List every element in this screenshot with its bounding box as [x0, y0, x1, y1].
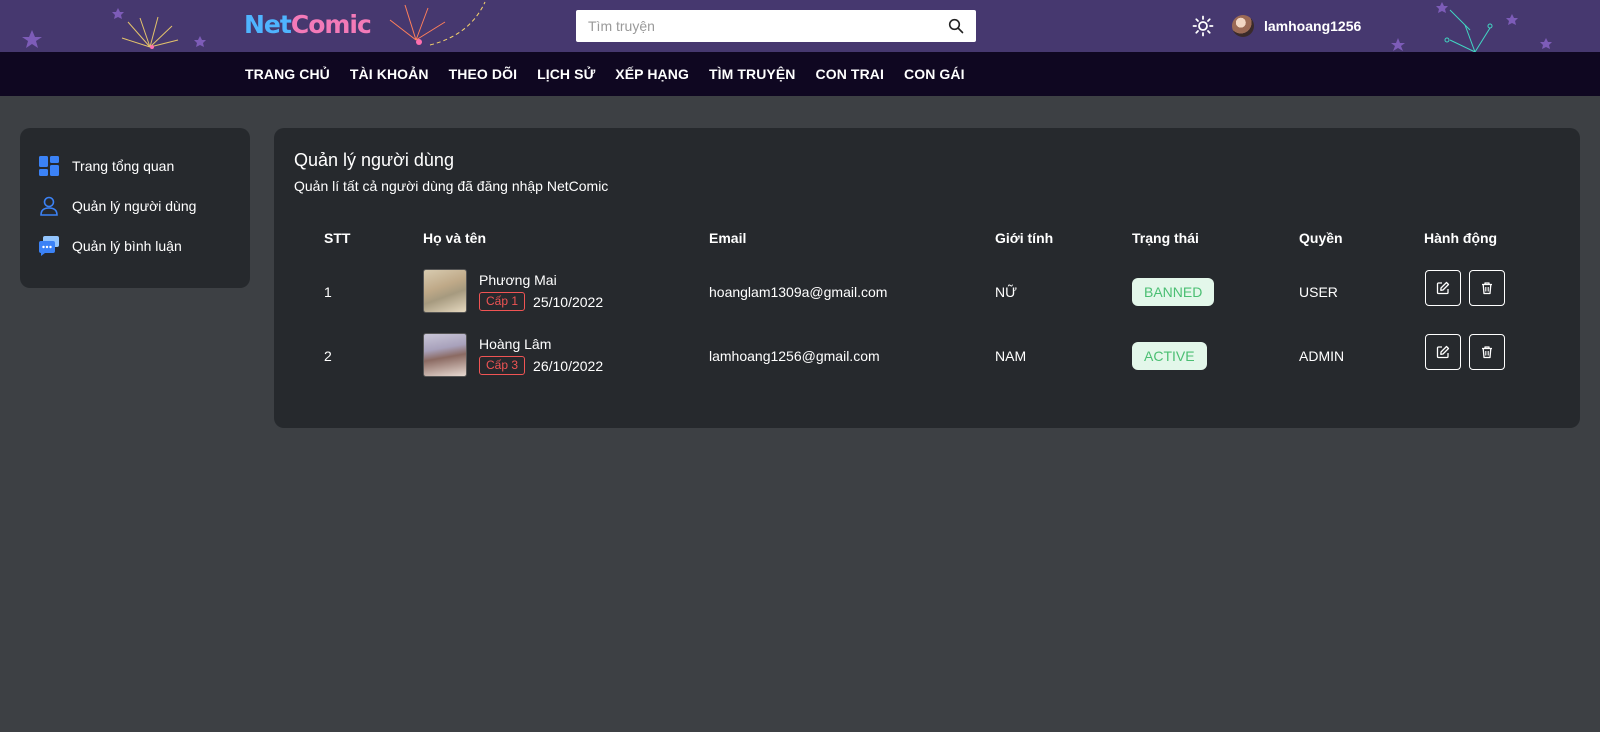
- page-subtitle: Quản lí tất cả người dùng đã đăng nhập N…: [294, 178, 609, 194]
- user-thumbnail: [423, 333, 467, 377]
- column-header-name: Họ và tên: [423, 230, 487, 246]
- level-badge: Cấp 1: [479, 292, 526, 311]
- user-name: Hoàng Lâm: [479, 336, 552, 352]
- nav-item-girls[interactable]: CON GÁI: [904, 66, 965, 82]
- nav-item-account[interactable]: TÀI KHOẢN: [350, 66, 429, 82]
- level-badge: Cấp 3: [479, 356, 526, 375]
- user-name: Phương Mai: [479, 272, 557, 288]
- search-input[interactable]: [576, 10, 936, 42]
- user-thumbnail: [423, 269, 467, 313]
- sidebar-item-label: Trang tổng quan: [72, 158, 175, 174]
- edit-icon: [1436, 281, 1450, 295]
- sidebar-item-label: Quản lý người dùng: [72, 198, 197, 214]
- sidebar-item-dashboard[interactable]: Trang tổng quan: [20, 146, 250, 186]
- avatar: [1232, 15, 1254, 37]
- status-badge: BANNED: [1132, 278, 1215, 306]
- user-icon: [38, 195, 60, 217]
- main-nav: TRANG CHỦ TÀI KHOẢN THEO DÕI LỊCH SỬ XẾP…: [0, 52, 1600, 96]
- comment-icon: [38, 235, 60, 257]
- admin-sidebar: Trang tổng quan Quản lý người dùng Quản …: [20, 128, 250, 288]
- delete-button[interactable]: [1469, 334, 1505, 370]
- nav-item-history[interactable]: LỊCH SỬ: [537, 66, 595, 82]
- trash-icon: [1482, 346, 1492, 359]
- sidebar-item-comments[interactable]: Quản lý bình luận: [20, 226, 250, 266]
- edit-button[interactable]: [1425, 334, 1461, 370]
- status-badge: ACTIVE: [1132, 342, 1207, 370]
- nav-item-home[interactable]: TRANG CHỦ: [245, 66, 330, 82]
- row-stt: 2: [324, 348, 332, 364]
- logo-text-comic: Comic: [290, 10, 372, 39]
- nav-item-following[interactable]: THEO DÕI: [449, 66, 517, 82]
- column-header-role: Quyền: [1299, 230, 1343, 246]
- delete-button[interactable]: [1469, 270, 1505, 306]
- column-header-email: Email: [709, 230, 747, 246]
- sun-icon: [1192, 15, 1214, 37]
- nav-item-boys[interactable]: CON TRAI: [816, 66, 884, 82]
- user-meta: Cấp 1 25/10/2022: [479, 292, 603, 311]
- top-header: NetComic lamhoang1256: [0, 0, 1600, 52]
- name-cell: Phương Mai Cấp 1 25/10/2022: [479, 272, 603, 311]
- nav-item-search[interactable]: TÌM TRUYỆN: [709, 66, 796, 82]
- join-date: 25/10/2022: [533, 293, 604, 310]
- user-role: USER: [1299, 284, 1338, 300]
- column-header-gender: Giới tính: [995, 230, 1054, 246]
- logo-text-net: Net: [244, 10, 292, 39]
- edit-icon: [1436, 345, 1450, 359]
- user-email: lamhoang1256@gmail.com: [709, 348, 880, 364]
- row-stt: 1: [324, 284, 332, 300]
- sidebar-item-label: Quản lý bình luận: [72, 238, 182, 254]
- search-button[interactable]: [936, 10, 976, 42]
- trash-icon: [1482, 282, 1492, 295]
- search-bar: [576, 10, 976, 42]
- user-email: hoanglam1309a@gmail.com: [709, 284, 888, 300]
- search-icon: [948, 18, 964, 34]
- dashboard-icon: [38, 155, 60, 177]
- edit-button[interactable]: [1425, 270, 1461, 306]
- theme-toggle-button[interactable]: [1192, 15, 1214, 37]
- user-management-panel: Quản lý người dùng Quản lí tất cả người …: [274, 128, 1580, 428]
- user-menu[interactable]: lamhoang1256: [1232, 15, 1361, 37]
- user-gender: NỮ: [995, 284, 1018, 300]
- column-header-actions: Hành động: [1424, 230, 1498, 246]
- name-cell: Hoàng Lâm Cấp 3 26/10/2022: [479, 336, 603, 375]
- page-title: Quản lý người dùng: [294, 150, 454, 170]
- user-gender: NAM: [995, 348, 1027, 364]
- user-meta: Cấp 3 26/10/2022: [479, 356, 603, 375]
- column-header-status: Trạng thái: [1132, 230, 1199, 246]
- column-header-stt: STT: [324, 230, 351, 246]
- nav-item-ranking[interactable]: XẾP HẠNG: [615, 66, 689, 82]
- netcomic-logo[interactable]: NetComic: [244, 8, 372, 42]
- user-role: ADMIN: [1299, 348, 1345, 364]
- sidebar-item-users[interactable]: Quản lý người dùng: [20, 186, 250, 226]
- username-label: lamhoang1256: [1264, 18, 1362, 34]
- join-date: 26/10/2022: [533, 357, 604, 374]
